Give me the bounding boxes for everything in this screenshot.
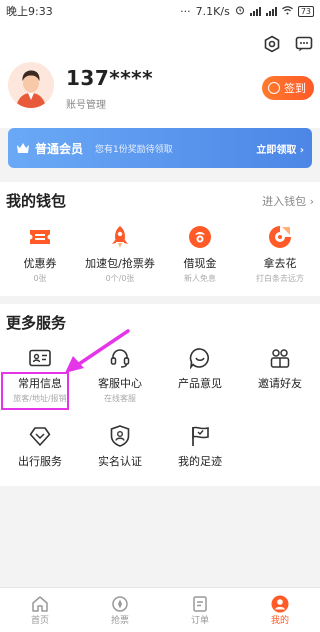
tab-home[interactable]: 首页 bbox=[0, 588, 80, 632]
signin-label: 签到 bbox=[284, 82, 306, 95]
wallet-title: 我的钱包 bbox=[6, 192, 67, 210]
status-dots: ··· bbox=[180, 4, 191, 18]
verify-icon bbox=[108, 424, 132, 448]
tab-orders[interactable]: 订单 bbox=[160, 588, 240, 632]
alarm-icon bbox=[235, 5, 245, 18]
service-my-footprints[interactable]: 我的足迹 bbox=[160, 424, 240, 469]
account-management-link[interactable]: 账号管理 bbox=[66, 96, 106, 111]
invite-icon bbox=[268, 346, 292, 370]
member-title: 普通会员 bbox=[35, 141, 84, 156]
coupon-icon bbox=[27, 224, 53, 250]
wallet-item-boost[interactable]: 加速包/抢票券 0个/0张 bbox=[80, 224, 160, 284]
status-bar: 晚上9:33 ··· 7.1K/s 73 bbox=[0, 0, 320, 22]
service-real-name[interactable]: 实名认证 bbox=[80, 424, 160, 469]
mine-icon bbox=[271, 595, 289, 613]
annotation-arrow bbox=[65, 329, 130, 373]
cash-icon bbox=[187, 224, 213, 250]
wallet-item-coupon[interactable]: 优惠券 0张 bbox=[0, 224, 80, 284]
bottom-tab-bar: 首页 抢票 订单 我的 bbox=[0, 587, 320, 632]
highlight-box bbox=[1, 372, 69, 410]
credit-icon bbox=[267, 224, 293, 250]
settings-icon[interactable] bbox=[262, 34, 282, 54]
signal-icon-2 bbox=[265, 6, 277, 16]
network-speed: 7.1K/s bbox=[195, 4, 230, 18]
services-title: 更多服务 bbox=[6, 314, 67, 332]
order-icon bbox=[191, 595, 209, 613]
enter-wallet-link[interactable]: 进入钱包 › bbox=[262, 193, 314, 209]
service-product-feedback[interactable]: 产品意见 bbox=[160, 346, 240, 404]
claim-reward-link[interactable]: 立即领取 › bbox=[256, 141, 304, 156]
tab-tickets[interactable]: 抢票 bbox=[80, 588, 160, 632]
flag-icon bbox=[188, 424, 212, 448]
message-icon[interactable] bbox=[294, 34, 314, 54]
ticket-icon bbox=[111, 595, 129, 613]
signal-icon bbox=[249, 6, 261, 16]
signin-button[interactable]: 签到 bbox=[262, 76, 314, 100]
wallet-item-credit[interactable]: 拿去花 打白条去远方 bbox=[240, 224, 320, 284]
travel-icon bbox=[28, 424, 52, 448]
battery-indicator: 73 bbox=[297, 5, 314, 17]
avatar[interactable] bbox=[8, 62, 54, 108]
member-subtitle: 您有1份奖励待领取 bbox=[95, 144, 173, 155]
service-travel[interactable]: 出行服务 bbox=[0, 424, 80, 469]
wifi-icon bbox=[281, 5, 293, 18]
status-time: 晚上9:33 bbox=[6, 5, 53, 18]
profile-header: 137**** 账号管理 签到 bbox=[0, 22, 320, 128]
checkin-icon bbox=[268, 82, 280, 94]
member-banner[interactable]: 普通会员 您有1份奖励待领取 立即领取 › bbox=[8, 128, 312, 168]
member-crown-icon bbox=[16, 139, 30, 158]
username: 137**** bbox=[66, 66, 154, 90]
wallet-item-cash[interactable]: 借现金 新人免息 bbox=[160, 224, 240, 284]
tab-mine[interactable]: 我的 bbox=[240, 588, 320, 632]
id-card-icon bbox=[28, 346, 52, 370]
feedback-icon bbox=[188, 346, 212, 370]
rocket-icon bbox=[107, 224, 133, 250]
service-invite-friends[interactable]: 邀请好友 bbox=[240, 346, 320, 404]
home-icon bbox=[31, 595, 49, 613]
wallet-section: 我的钱包 进入钱包 › 优惠券 0张 加速包/抢票券 0个/0张 借现金 新人免… bbox=[0, 182, 320, 296]
